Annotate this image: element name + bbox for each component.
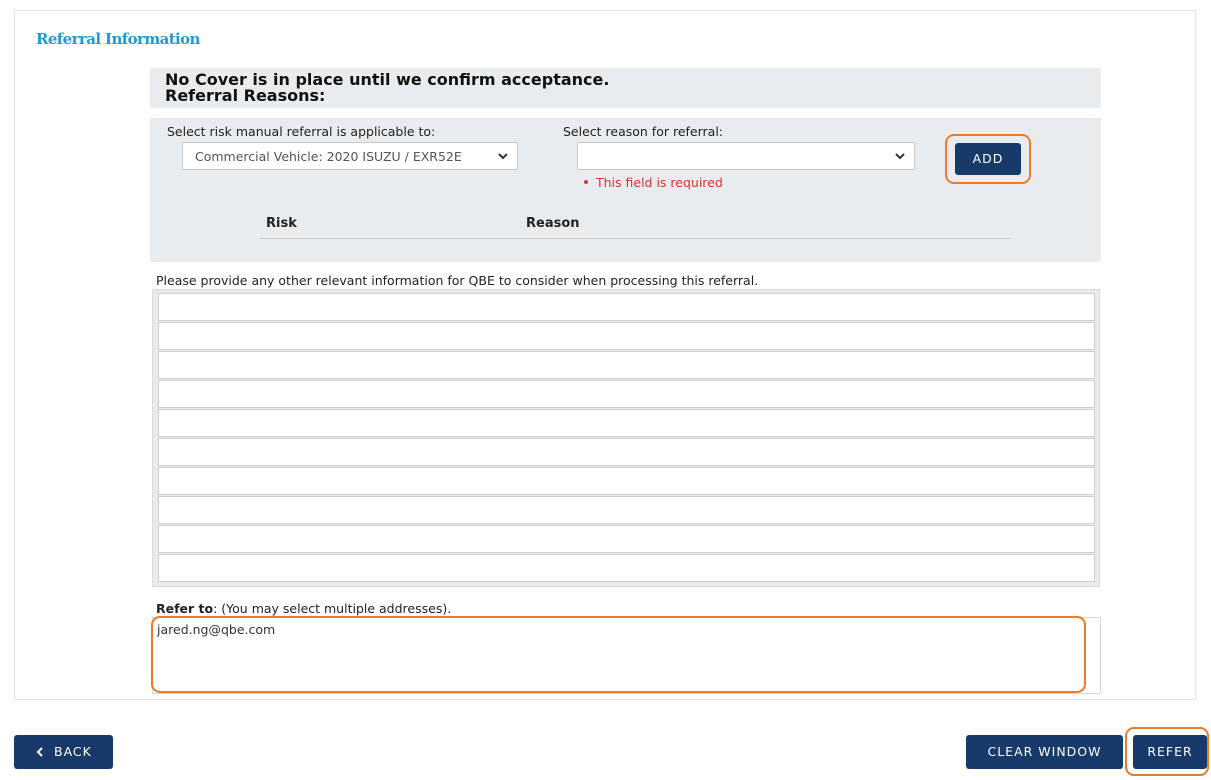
- textarea-line[interactable]: [158, 467, 1095, 495]
- notice-line-2: Referral Reasons:: [165, 86, 326, 105]
- back-button-label: BACK: [54, 744, 92, 759]
- columns-divider: [260, 238, 1010, 239]
- risk-select[interactable]: Commercial Vehicle: 2020 ISUZU / EXR52E: [182, 142, 518, 170]
- refer-button-highlight: [1125, 727, 1209, 776]
- error-bullet-icon: [584, 179, 588, 184]
- textarea-line[interactable]: [158, 554, 1095, 582]
- textarea-line[interactable]: [158, 438, 1095, 466]
- chevron-down-icon: [497, 150, 509, 162]
- refer-to-highlight: [151, 616, 1086, 693]
- reason-select-label: Select reason for referral:: [563, 124, 724, 139]
- textarea-line[interactable]: [158, 496, 1095, 524]
- refer-to-label: Refer to: (You may select multiple addre…: [156, 601, 451, 616]
- textarea-line[interactable]: [158, 409, 1095, 437]
- cover-notice: No Cover is in place until we confirm ac…: [150, 68, 1101, 108]
- clear-window-button[interactable]: CLEAR WINDOW: [966, 735, 1123, 769]
- reason-select[interactable]: [577, 142, 915, 170]
- reason-error-message: This field is required: [584, 175, 723, 190]
- reason-error-text: This field is required: [596, 175, 723, 190]
- add-button-highlight: [945, 134, 1031, 184]
- other-info-textarea[interactable]: [152, 289, 1100, 587]
- textarea-line[interactable]: [158, 351, 1095, 379]
- textarea-line[interactable]: [158, 293, 1095, 321]
- refer-to-label-hint: : (You may select multiple addresses).: [213, 601, 452, 616]
- textarea-line[interactable]: [158, 322, 1095, 350]
- column-header-reason: Reason: [526, 216, 580, 231]
- back-button[interactable]: BACK: [14, 735, 113, 769]
- chevron-left-icon: [36, 747, 43, 757]
- textarea-line[interactable]: [158, 380, 1095, 408]
- chevron-down-icon: [894, 150, 906, 162]
- refer-to-label-bold: Refer to: [156, 601, 214, 616]
- referral-page: Referral Information No Cover is in plac…: [0, 0, 1211, 780]
- risk-select-value: Commercial Vehicle: 2020 ISUZU / EXR52E: [195, 149, 462, 164]
- section-title: Referral Information: [36, 30, 200, 48]
- textarea-line[interactable]: [158, 525, 1095, 553]
- risk-select-label: Select risk manual referral is applicabl…: [167, 124, 436, 139]
- other-info-label: Please provide any other relevant inform…: [156, 273, 759, 288]
- column-header-risk: Risk: [266, 216, 297, 231]
